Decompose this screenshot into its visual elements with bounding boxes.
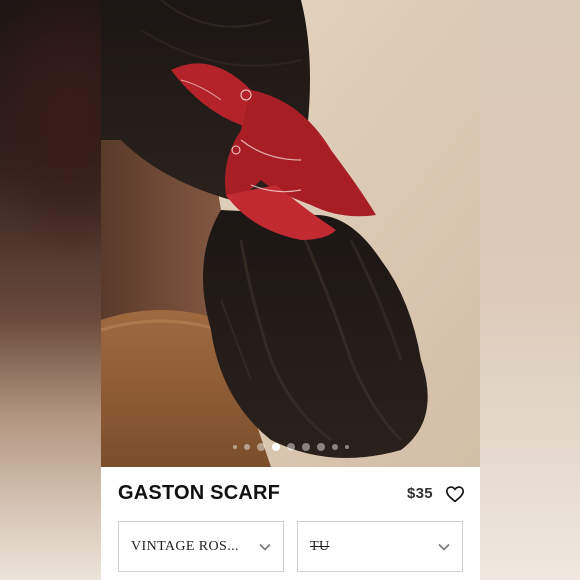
carousel-dot[interactable] [243,444,250,450]
product-info: GASTON SCARF $35 VINTAGE ROS... TU [101,467,480,580]
carousel-dot[interactable] [331,444,338,450]
product-title: GASTON SCARF [118,482,281,504]
product-photo-illustration [101,0,480,467]
carousel-dot[interactable] [316,443,325,451]
color-select-value: VINTAGE ROS... [131,538,239,554]
chevron-down-icon [259,543,271,551]
carousel-indicator[interactable] [101,440,480,454]
product-price: $35 [407,485,433,502]
product-image[interactable] [101,0,480,467]
carousel-dot[interactable] [301,443,310,451]
carousel-dot-active[interactable] [271,443,280,451]
size-select-value: TU [310,538,330,554]
blurred-background-left [0,0,101,580]
heart-outline-icon[interactable] [445,485,465,503]
size-select[interactable]: TU [297,521,463,572]
carousel-dot[interactable] [256,443,265,451]
chevron-down-icon [438,543,450,551]
color-select[interactable]: VINTAGE ROS... [118,521,284,572]
blurred-background-right [479,0,580,580]
carousel-dot[interactable] [344,445,349,449]
carousel-dot[interactable] [232,445,237,449]
product-card: GASTON SCARF $35 VINTAGE ROS... TU [101,0,480,580]
carousel-dot[interactable] [286,443,295,451]
